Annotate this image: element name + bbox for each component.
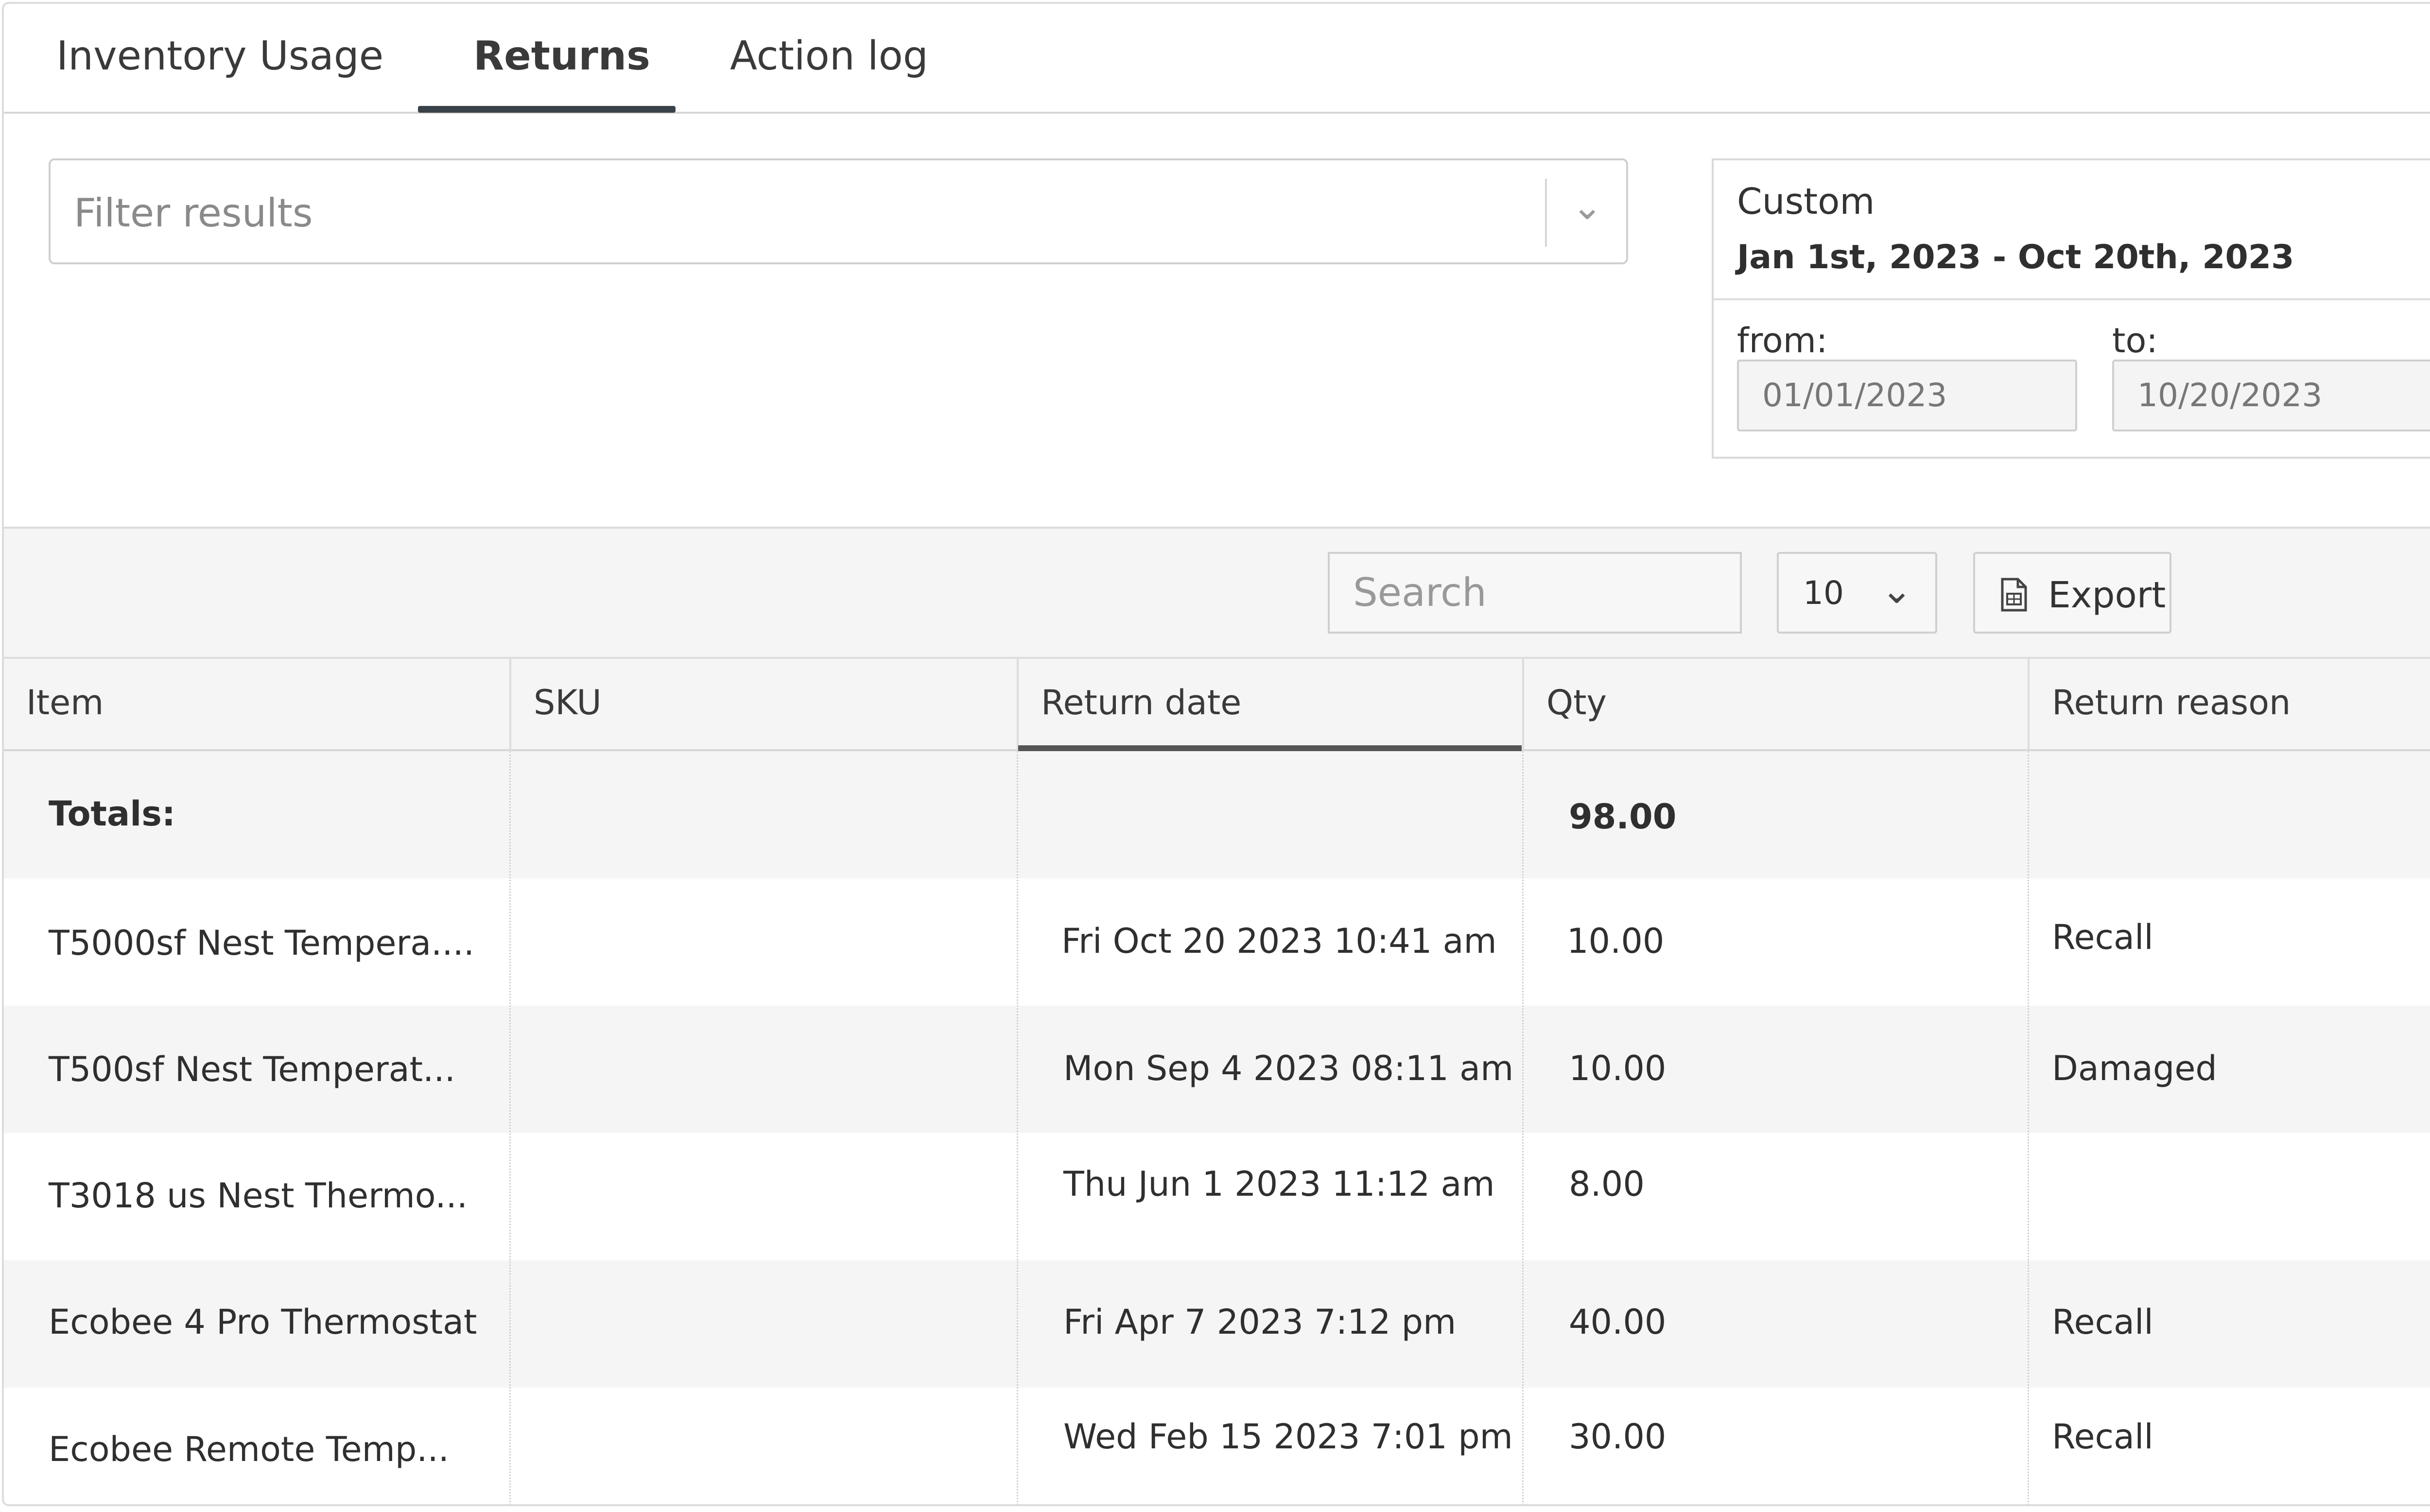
tab-inventory-usage[interactable]: Inventory Usage <box>56 33 383 79</box>
cell-return-date: Fri Apr 7 2023 7:12 pm <box>1063 1302 1457 1342</box>
page-size-value: 10 <box>1803 574 1844 612</box>
spreadsheet-icon <box>2001 578 2027 612</box>
cell-return-date: Thu Jun 1 2023 11:12 am <box>1063 1164 1495 1204</box>
tab-returns[interactable]: Returns <box>473 33 650 79</box>
cell-item: Ecobee 4 Pro Thermostat <box>49 1302 477 1342</box>
table-toolbar: Search 10 ⌄ Export <box>4 527 2430 657</box>
table-row[interactable]: T5000sf Nest Tempera.... Fri Oct 20 2023… <box>4 878 2430 1006</box>
cell-return-reason: Recall <box>2052 1302 2153 1342</box>
cell-qty: 10.00 <box>1569 1048 1666 1088</box>
cell-qty: 10.00 <box>1567 921 1665 961</box>
table-row[interactable]: Ecobee Remote Temp... Wed Feb 15 2023 7:… <box>4 1388 2430 1504</box>
column-header-qty[interactable]: Qty <box>1524 659 2028 749</box>
chevron-down-icon[interactable]: ⌄ <box>1572 185 1603 228</box>
tab-action-log[interactable]: Action log <box>730 33 928 79</box>
filter-divider <box>1545 179 1547 247</box>
cell-qty: 8.00 <box>1569 1164 1645 1204</box>
cell-return-reason: Recall <box>2052 1417 2153 1457</box>
date-range-panel: Custom Jan 1st, 2023 - Oct 20th, 2023 fr… <box>1712 158 2430 459</box>
table-row[interactable]: T3018 us Nest Thermo... Thu Jun 1 2023 1… <box>4 1133 2430 1260</box>
date-range-summary: Jan 1st, 2023 - Oct 20th, 2023 <box>1737 238 2294 276</box>
returns-panel: Inventory Usage Returns Action log Filte… <box>2 2 2430 1506</box>
cell-qty: 40.00 <box>1569 1302 1666 1342</box>
table-row[interactable]: T500sf Nest Temperat... Mon Sep 4 2023 0… <box>4 1006 2430 1133</box>
to-label: to: <box>2112 321 2158 361</box>
cell-return-date: Wed Feb 15 2023 7:01 pm <box>1063 1417 1513 1457</box>
filter-results-select[interactable]: Filter results ⌄ <box>49 158 1628 264</box>
cell-return-date: Fri Oct 20 2023 10:41 am <box>1061 921 1497 961</box>
table-header: Item SKU Return date Qty Return reason <box>4 657 2430 753</box>
cell-item: T3018 us Nest Thermo... <box>49 1176 468 1216</box>
cell-item: T5000sf Nest Tempera.... <box>49 923 475 963</box>
totals-qty: 98.00 <box>1569 797 1677 837</box>
returns-table: Item SKU Return date Qty Return reason T… <box>4 657 2430 1504</box>
column-header-return-date[interactable]: Return date <box>1019 659 1522 749</box>
app-root: Inventory Usage Returns Action log Filte… <box>0 0 2430 1512</box>
from-label: from: <box>1737 321 1828 361</box>
search-input[interactable]: Search <box>1328 552 1742 634</box>
tab-bar: Inventory Usage Returns Action log <box>4 4 2430 114</box>
from-date-input[interactable]: 01/01/2023 <box>1737 360 2077 431</box>
date-panel-divider <box>1714 298 2430 300</box>
active-tab-indicator <box>418 106 676 113</box>
to-date-input[interactable]: 10/20/2023 <box>2112 360 2430 431</box>
cell-qty: 30.00 <box>1569 1417 1666 1457</box>
totals-label: Totals: <box>49 794 175 834</box>
column-header-item[interactable]: Item <box>4 659 509 749</box>
cell-return-reason: Damaged <box>2052 1048 2217 1088</box>
date-preset-label[interactable]: Custom <box>1737 181 1875 223</box>
filter-placeholder: Filter results <box>74 190 313 236</box>
column-header-sku[interactable]: SKU <box>511 659 1017 749</box>
page-size-select[interactable]: 10 ⌄ <box>1777 552 1937 634</box>
cell-return-date: Mon Sep 4 2023 08:11 am <box>1063 1048 1514 1088</box>
totals-row: Totals: 98.00 <box>4 751 2430 878</box>
export-button[interactable]: Export <box>1973 552 2171 634</box>
table-row[interactable]: Ecobee 4 Pro Thermostat Fri Apr 7 2023 7… <box>4 1260 2430 1388</box>
chevron-down-icon: ⌄ <box>1881 568 1913 612</box>
cell-item: Ecobee Remote Temp... <box>49 1429 450 1469</box>
cell-return-reason: Recall <box>2052 917 2153 957</box>
cell-item: T500sf Nest Temperat... <box>49 1049 455 1089</box>
column-divider <box>509 751 511 1504</box>
sorted-column-indicator <box>1018 745 1522 751</box>
export-label: Export <box>2048 574 2166 616</box>
column-divider <box>1017 751 1018 1504</box>
column-divider <box>2028 751 2029 1504</box>
column-divider <box>1522 751 1524 1504</box>
column-header-return-reason[interactable]: Return reason <box>2030 659 2430 749</box>
